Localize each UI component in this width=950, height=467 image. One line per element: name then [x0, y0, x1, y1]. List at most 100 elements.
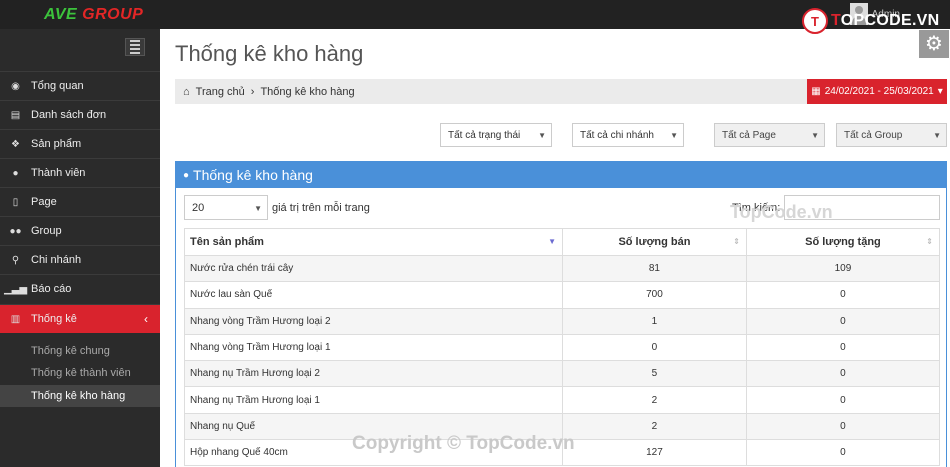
sold-qty-cell: 700 — [562, 281, 747, 309]
chevron-down-icon: ▼ — [538, 131, 546, 140]
logo-secondary: GROUP — [82, 6, 144, 23]
sort-icon: ⇕ — [926, 237, 933, 246]
signal-icon: ▁▃▅ — [3, 283, 28, 295]
dropbox-icon: ❖ — [11, 138, 20, 150]
table-row: Nhang vòng Trầm Hương loại 1 0 0 — [184, 333, 941, 362]
sold-qty-cell: 0 — [562, 333, 747, 362]
brand-mark-icon: T — [802, 8, 828, 34]
gift-qty-cell: 0 — [745, 307, 941, 335]
gear-icon: ⚙ — [925, 33, 943, 55]
gift-qty-cell: 0 — [745, 360, 941, 388]
chevron-left-icon: ‹ — [144, 312, 148, 326]
sidebar-item-san-pham[interactable]: ❖ Sản phẩm — [0, 129, 160, 158]
sort-desc-icon: ▼ — [548, 237, 556, 246]
product-name-cell: Nước rửa chén trái cây — [184, 254, 563, 283]
sidebar-item-thanh-vien[interactable]: ● Thành viên — [0, 158, 160, 187]
watermark-top: TopCode.vn — [730, 202, 833, 222]
gift-qty-cell: 0 — [745, 333, 941, 362]
date-range-value: 24/02/2021 - 25/03/2021 — [824, 86, 934, 97]
page-length-label: giá trị trên mỗi trang — [272, 202, 370, 214]
gift-qty-cell: 109 — [745, 254, 941, 283]
sold-qty-cell: 1 — [562, 307, 747, 335]
logo-primary: AVE — [44, 6, 78, 23]
date-range-picker-button[interactable]: ▦ 24/02/2021 - 25/03/2021 ▾ — [807, 79, 947, 104]
gift-qty-cell: 0 — [745, 281, 941, 309]
chevron-down-icon: ▼ — [811, 131, 819, 140]
table-row: Nước lau sàn Quế 700 0 — [184, 281, 941, 309]
group-filter-select[interactable]: Tất cả Group ▼ — [836, 123, 947, 147]
sidebar-item-label: Page — [31, 196, 57, 208]
app-logo[interactable]: AVE GROUP — [44, 6, 143, 24]
sidebar-item-page[interactable]: ▯ Page — [0, 187, 160, 216]
settings-gear-button[interactable]: ⚙ — [919, 30, 949, 58]
chevron-down-icon: ▾ — [937, 86, 943, 97]
table-row: Nhang nụ Trầm Hương loại 2 5 0 — [184, 360, 941, 388]
column-header-product[interactable]: Tên sản phẩm ▼ — [184, 228, 563, 256]
branch-filter-select[interactable]: Tất cả chi nhánh ▼ — [572, 123, 684, 147]
sidebar-item-bao-cao[interactable]: ▁▃▅ Báo cáo — [0, 274, 160, 303]
gift-qty-cell: 0 — [745, 386, 941, 414]
status-filter-select[interactable]: Tất cả trạng thái ▼ — [440, 123, 552, 147]
user-icon: ● — [12, 167, 19, 179]
brand-text: TOPCODE.VN — [831, 12, 940, 29]
sidebar-subitem-thong-ke-chung[interactable]: Thống kê chung — [0, 340, 160, 362]
chevron-down-icon: ▼ — [254, 204, 262, 213]
list-icon: ▤ — [10, 109, 21, 121]
top-bar: AVE GROUP Admin T TOPCODE.VN — [0, 0, 950, 34]
product-name-cell: Nước lau sàn Quế — [184, 281, 563, 309]
breadcrumb-current: Thống kê kho hàng — [260, 85, 355, 98]
sidebar-item-label: Chi nhánh — [31, 254, 82, 266]
inventory-table: Tên sản phẩm ▼ Số lượng bán ⇕ Số lượng tặn… — [184, 228, 941, 467]
sidebar-item-label: Báo cáo — [31, 283, 72, 295]
gift-qty-cell: 0 — [745, 439, 941, 467]
panel-header: ● Thống kê kho hàng — [176, 162, 946, 188]
sidebar-toggle-button[interactable] — [125, 38, 145, 56]
sold-qty-cell: 127 — [562, 439, 747, 467]
sidebar-item-label: Sản phẩm — [31, 138, 82, 150]
users-icon: ●● — [9, 225, 22, 237]
sort-icon: ⇕ — [733, 237, 740, 246]
page-length-select[interactable]: 20 ▼ — [184, 195, 268, 220]
page-icon: ▯ — [12, 196, 19, 208]
product-name-cell: Nhang vòng Trầm Hương loại 1 — [184, 333, 563, 362]
sidebar: ◉ Tổng quan ▤ Danh sách đơn ❖ Sản phẩm ●… — [0, 29, 160, 467]
map-marker-icon: ⚲ — [11, 254, 20, 266]
sidebar-item-chi-nhanh[interactable]: ⚲ Chi nhánh — [0, 245, 160, 274]
column-header-sold[interactable]: Số lượng bán ⇕ — [562, 228, 747, 256]
product-name-cell: Nhang nụ Trầm Hương loại 2 — [184, 360, 563, 388]
table-row: Nước rửa chén trái cây 81 109 — [184, 254, 941, 283]
user-icon: ● — [183, 169, 190, 181]
sidebar-subitem-thong-ke-kho-hang[interactable]: Thống kê kho hàng — [0, 385, 160, 407]
sold-qty-cell: 81 — [562, 254, 747, 283]
dashboard-icon: ◉ — [11, 80, 20, 92]
column-header-gifted[interactable]: Số lượng tặng ⇕ — [745, 228, 941, 256]
sold-qty-cell: 2 — [562, 412, 747, 441]
sidebar-item-label: Group — [31, 225, 62, 237]
table-header-row: Tên sản phẩm ▼ Số lượng bán ⇕ Số lượng tặn… — [184, 228, 941, 256]
sidebar-item-label: Tổng quan — [31, 80, 84, 92]
sidebar-item-group[interactable]: ●● Group — [0, 216, 160, 245]
product-name-cell: Nhang nụ Trầm Hương loại 1 — [184, 386, 563, 414]
breadcrumb: ⌂ Trang chủ › Thống kê kho hàng — [175, 79, 807, 104]
gift-qty-cell: 0 — [745, 412, 941, 441]
breadcrumb-separator: › — [250, 85, 255, 98]
page-title: Thống kê kho hàng — [175, 41, 364, 66]
sidebar-item-thong-ke[interactable]: ▥ Thống kê ‹ — [0, 304, 160, 333]
sidebar-item-label: Thống kê — [31, 313, 77, 325]
breadcrumb-home-link[interactable]: Trang chủ — [196, 86, 245, 98]
sidebar-item-label: Thành viên — [31, 167, 86, 179]
sidebar-item-danh-sach-don[interactable]: ▤ Danh sách đơn — [0, 100, 160, 129]
sidebar-item-tong-quan[interactable]: ◉ Tổng quan — [0, 71, 160, 100]
sidebar-subitem-thong-ke-thanh-vien[interactable]: Thống kê thành viên — [0, 362, 160, 384]
sold-qty-cell: 5 — [562, 360, 747, 388]
page-filter-select[interactable]: Tất cả Page ▼ — [714, 123, 825, 147]
home-icon: ⌂ — [183, 85, 190, 98]
table-row: Nhang vòng Trầm Hương loại 2 1 0 — [184, 307, 941, 335]
chevron-down-icon: ▼ — [933, 131, 941, 140]
watermark-bottom: Copyright © TopCode.vn — [352, 433, 575, 454]
chevron-down-icon: ▼ — [670, 131, 678, 140]
bar-chart-icon: ▥ — [10, 313, 21, 325]
table-row: Nhang nụ Trầm Hương loại 1 2 0 — [184, 386, 941, 414]
sold-qty-cell: 2 — [562, 386, 747, 414]
sidebar-item-label: Danh sách đơn — [31, 109, 107, 121]
